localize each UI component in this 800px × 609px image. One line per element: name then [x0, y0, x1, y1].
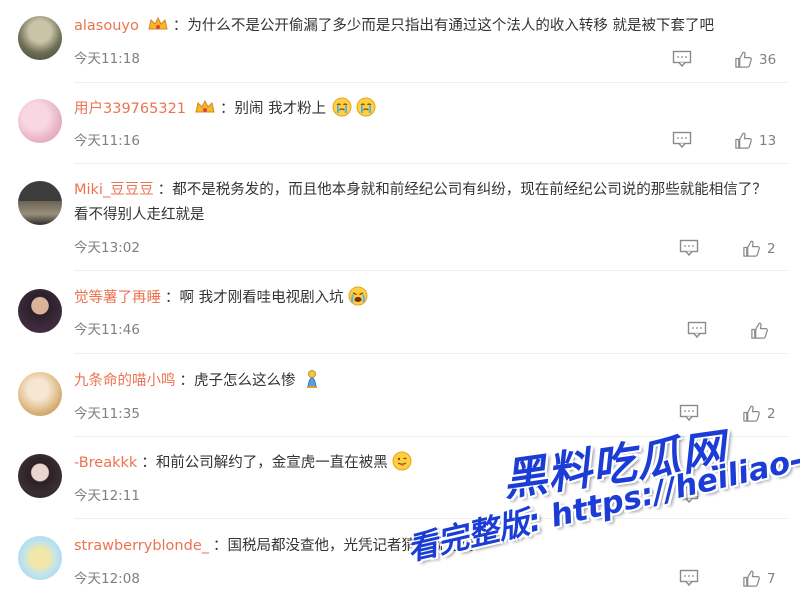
comment-time: 今天11:18 — [74, 51, 140, 67]
comment-icon[interactable] — [672, 131, 692, 149]
comment-text: 为什么不是公开偷漏了多少而是只指出有通过这个法人的收入转移 就是被下套了吧 — [187, 18, 714, 34]
like-count: 7 — [767, 570, 776, 587]
crown-badge-icon — [148, 16, 168, 30]
separator: ： — [157, 182, 173, 198]
like-count: 2 — [767, 240, 776, 257]
comment-time: 今天11:46 — [74, 322, 140, 338]
divider — [74, 82, 788, 83]
like-button[interactable]: 7 — [742, 569, 776, 588]
avatar[interactable] — [18, 289, 62, 333]
comment-text: 虎子怎么这么惨 — [194, 373, 296, 389]
avatar[interactable] — [18, 536, 62, 580]
divider — [74, 353, 788, 354]
comment-text: 和前公司解约了，金宣虎一直在被黑 — [155, 455, 388, 471]
crying-emoji-icon — [356, 97, 376, 117]
separator: ： — [141, 455, 156, 471]
username[interactable]: -Breakkk — [74, 455, 137, 471]
comment-icon[interactable] — [679, 239, 699, 257]
separator: ： — [220, 101, 235, 117]
comment-time: 今天11:16 — [74, 133, 140, 149]
like-button[interactable]: 36 — [734, 50, 776, 69]
separator: ： — [213, 538, 228, 554]
thumb-up-icon — [751, 322, 768, 339]
comment-time: 今天13:02 — [74, 240, 140, 256]
separator: ： — [172, 18, 188, 34]
username[interactable]: alasouyo — [74, 18, 139, 34]
avatar[interactable] — [18, 181, 62, 225]
thumb-up-icon — [743, 240, 760, 257]
thumb-up-icon — [743, 405, 760, 422]
separator: ： — [179, 373, 195, 389]
tongue-out-emoji-icon — [392, 451, 412, 471]
kneeling-figure-emoji-icon — [306, 370, 317, 388]
crying-emoji-icon — [332, 97, 352, 117]
divider — [74, 163, 788, 164]
avatar[interactable] — [18, 99, 62, 143]
like-button[interactable]: 13 — [734, 131, 776, 150]
comment-icon[interactable] — [687, 321, 707, 339]
comment-text: 啊 我才刚看哇电视剧入坑 — [179, 290, 344, 306]
like-button[interactable]: 2 — [742, 239, 776, 258]
comment-text: 都不是税务发的，而且他本身就和前经纪公司有纠纷，现在前经纪公司说的那些就能相信了… — [74, 182, 767, 223]
like-count: 36 — [759, 51, 777, 68]
comment-time: 今天12:08 — [74, 571, 140, 587]
comment-time: 今天12:11 — [74, 488, 140, 504]
like-button[interactable] — [750, 321, 775, 340]
comment-time: 今天11:35 — [74, 406, 140, 422]
comment-icon[interactable] — [672, 50, 692, 68]
username[interactable]: 用户339765321 — [74, 101, 186, 117]
avatar[interactable] — [18, 16, 62, 60]
username[interactable]: strawberryblonde_ — [74, 538, 209, 554]
separator: ： — [165, 290, 180, 306]
divider — [74, 270, 788, 271]
username[interactable]: 觉等薯了再睡 — [74, 290, 161, 306]
username[interactable]: 九条命的喵小鸣 — [74, 373, 176, 389]
thumb-up-icon — [735, 132, 752, 149]
thumb-up-icon — [735, 51, 752, 68]
crown-badge-icon — [195, 99, 215, 113]
comment-text: 别闹 我才粉上 — [234, 101, 327, 117]
avatar[interactable] — [18, 372, 62, 416]
thumb-up-icon — [743, 570, 760, 587]
username[interactable]: Miki_豆豆豆 — [74, 182, 154, 198]
comment-icon[interactable] — [679, 569, 699, 587]
like-button[interactable]: 2 — [742, 404, 776, 423]
avatar[interactable] — [18, 454, 62, 498]
like-count: 2 — [767, 405, 776, 422]
crying-emoji-icon — [348, 286, 368, 306]
like-count: 13 — [759, 132, 777, 149]
